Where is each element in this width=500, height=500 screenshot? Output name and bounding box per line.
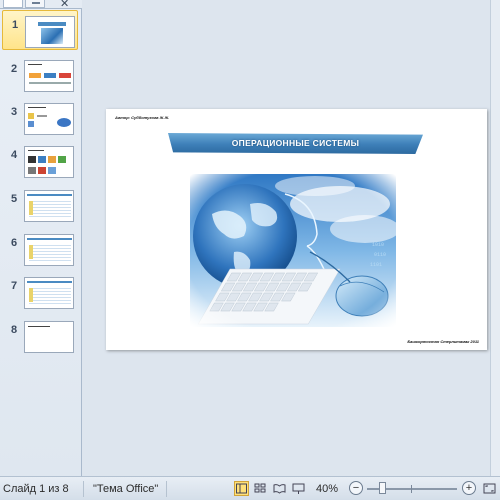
outline-tab[interactable] (25, 0, 45, 8)
title-banner[interactable]: ОПЕРАЦИОННЫЕ СИСТЕМЫ (168, 133, 423, 154)
slide-thumbnail-3[interactable]: 3 (0, 98, 82, 138)
slide-thumbnail-2[interactable]: 2 (0, 55, 82, 95)
slide-number: 1 (12, 19, 19, 31)
slide-number: 8 (11, 324, 18, 336)
zoom-out-button[interactable]: − (349, 481, 363, 495)
slide-title: ОПЕРАЦИОННЫЕ СИСТЕМЫ (231, 138, 360, 148)
slide-thumbnail-7[interactable]: 7 (0, 272, 82, 312)
author-text: Автор: Субботухова Ж.Ж. (115, 115, 170, 120)
slide-thumbnail-8[interactable]: 8 (0, 316, 82, 356)
slide-preview (24, 146, 74, 178)
slide-number: 3 (11, 106, 18, 118)
slide-thumbnail-1[interactable]: 1 (2, 10, 78, 50)
slide-preview (24, 103, 74, 135)
zoom-slider-thumb[interactable] (379, 482, 386, 494)
slide-thumbnail-4[interactable]: 4 (0, 141, 82, 181)
slides-panel: ✕ 1 2 3 4 5 6 7 8 (0, 0, 82, 476)
slide-counter: Слайд 1 из 8 (3, 483, 69, 495)
slide-number: 2 (11, 63, 18, 75)
reading-view-icon (273, 484, 286, 494)
footer-text: Башкортостан Стерлитамак 2011 (407, 339, 479, 344)
current-slide[interactable]: Автор: Субботухова Ж.Ж. ОПЕРАЦИОННЫЕ СИС… (106, 109, 487, 350)
normal-view-button[interactable] (234, 481, 249, 496)
slide-preview (24, 321, 74, 353)
vertical-scrollbar[interactable] (490, 0, 500, 476)
status-bar: Слайд 1 из 8 "Тема Office" 40% − + (0, 476, 500, 500)
fit-window-icon (483, 483, 496, 494)
slide-number: 7 (11, 280, 18, 292)
outline-icon (32, 2, 40, 4)
panel-tabs: ✕ (0, 0, 82, 10)
zoom-level[interactable]: 40% (316, 483, 338, 495)
zoom-in-button[interactable]: + (462, 481, 476, 495)
slideshow-icon (292, 483, 305, 494)
fit-to-window-button[interactable] (482, 481, 497, 496)
globe-keyboard-illustration[interactable]: 1010 0110 1101 (190, 174, 396, 327)
slide-sorter-icon (254, 483, 266, 493)
slide-thumbnail-5[interactable]: 5 (0, 185, 82, 225)
slide-preview (24, 277, 74, 309)
slides-tab[interactable] (3, 0, 23, 8)
slide-number: 5 (11, 193, 18, 205)
slide-preview (24, 190, 74, 222)
slide-preview (24, 234, 74, 266)
slide-number: 4 (11, 149, 18, 161)
separator (166, 481, 167, 497)
slide-thumbnail-6[interactable]: 6 (0, 229, 82, 269)
reading-view-button[interactable] (272, 481, 287, 496)
close-panel-icon[interactable]: ✕ (60, 0, 69, 10)
slideshow-button[interactable] (291, 481, 306, 496)
slide-number: 6 (11, 237, 18, 249)
slide-preview (25, 16, 75, 48)
normal-view-icon (236, 483, 247, 494)
slide-preview (24, 60, 74, 92)
separator (83, 481, 84, 497)
theme-name[interactable]: "Тема Office" (93, 483, 158, 495)
slide-sorter-button[interactable] (253, 481, 268, 496)
zoom-slider-center-mark (411, 485, 412, 493)
